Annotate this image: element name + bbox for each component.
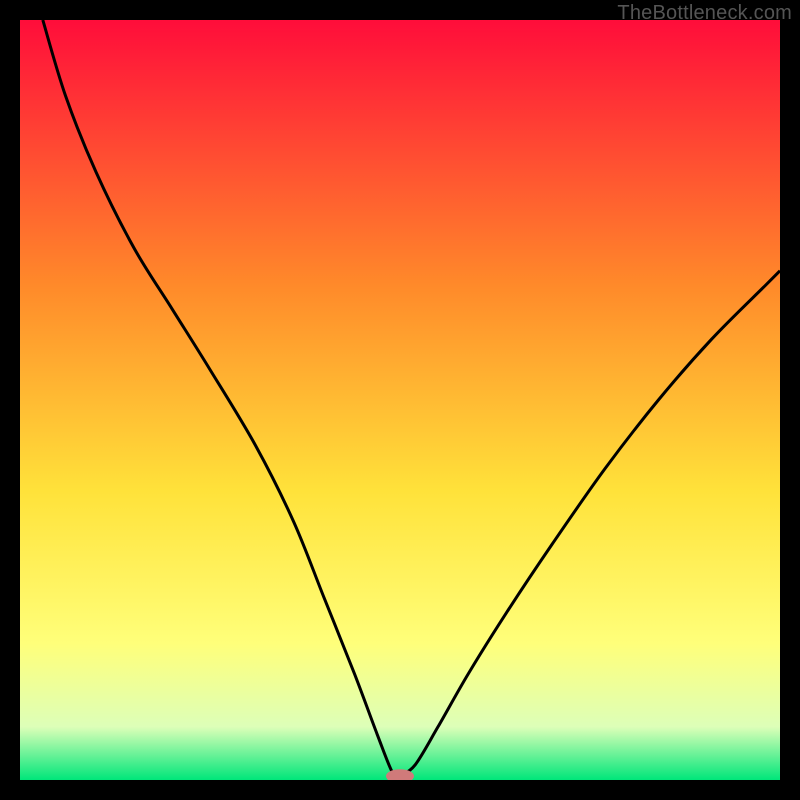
plot-area: [20, 20, 780, 780]
chart-svg: [20, 20, 780, 780]
gradient-background: [20, 20, 780, 780]
watermark-text: TheBottleneck.com: [617, 2, 792, 25]
chart-frame: TheBottleneck.com: [0, 0, 800, 800]
